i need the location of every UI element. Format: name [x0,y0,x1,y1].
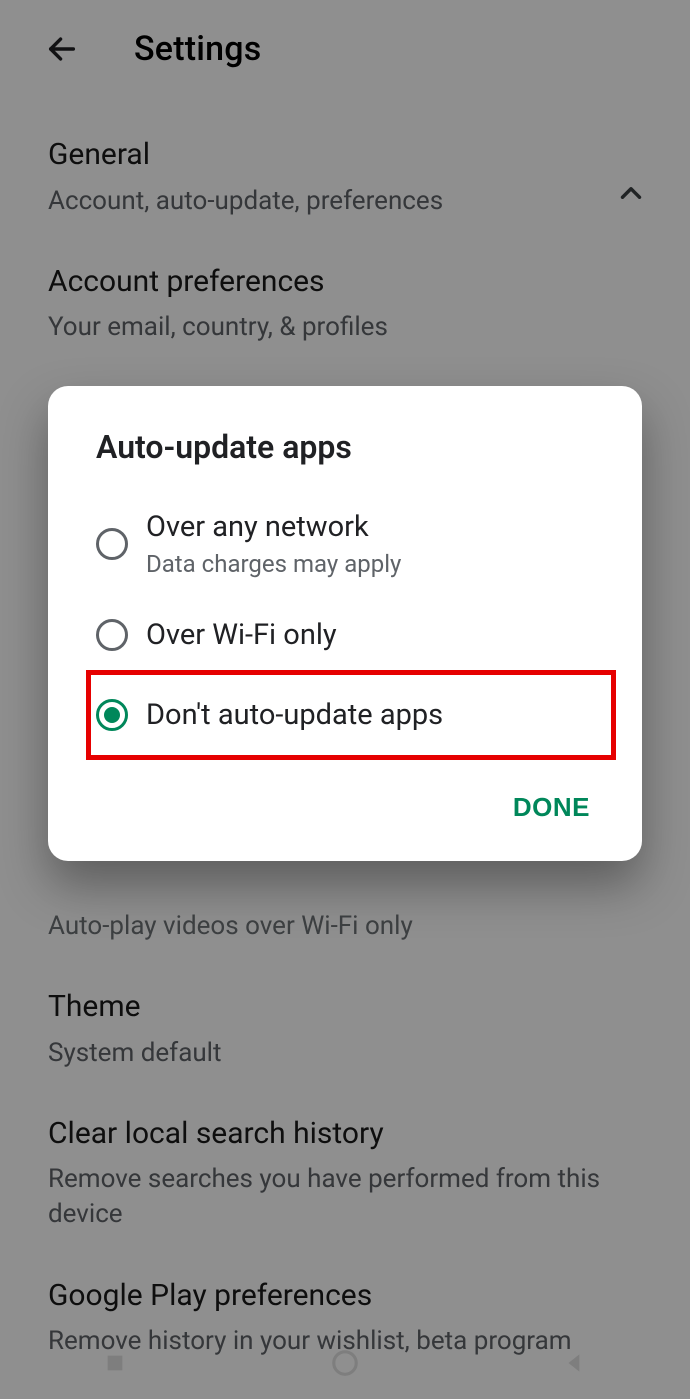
radio-unchecked-icon[interactable] [96,528,128,560]
option-any-network[interactable]: Over any network Data charges may apply [52,494,638,594]
option-sublabel: Data charges may apply [146,550,401,578]
done-button[interactable]: DONE [509,782,594,833]
option-dont-update[interactable]: Don't auto-update apps [52,676,638,754]
option-label: Over Wi-Fi only [146,618,337,652]
option-wifi-only[interactable]: Over Wi-Fi only [52,594,638,676]
dialog-title: Auto-update apps [48,428,642,494]
auto-update-dialog: Auto-update apps Over any network Data c… [48,386,642,861]
option-label: Don't auto-update apps [146,698,443,732]
radio-checked-icon[interactable] [96,699,128,731]
radio-unchecked-icon[interactable] [96,619,128,651]
option-label: Over any network [146,510,401,544]
